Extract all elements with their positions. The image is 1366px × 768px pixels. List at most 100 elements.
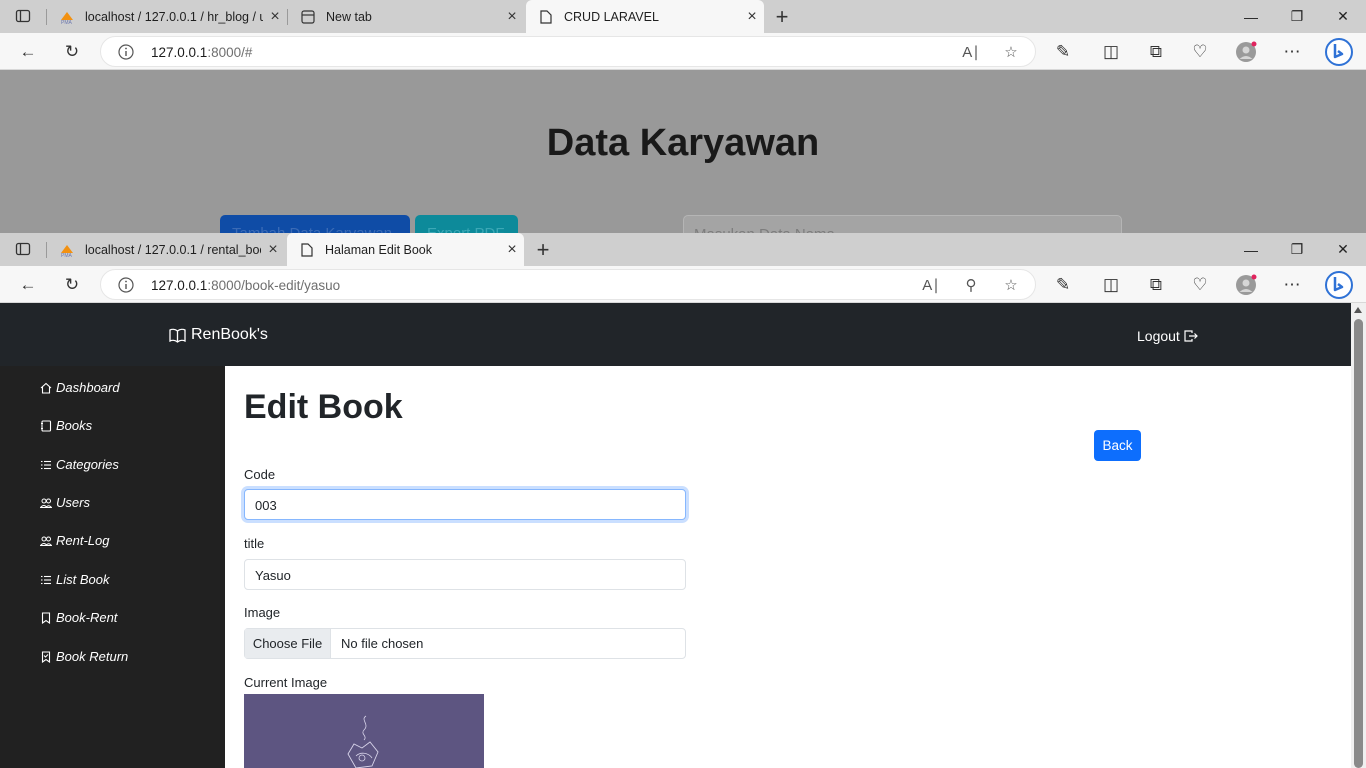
add-employee-button[interactable]: Tambah Data Karyawan [220, 215, 410, 233]
new-tab-button[interactable]: + [529, 236, 557, 264]
read-aloud-icon[interactable]: A∣ [921, 275, 941, 295]
sidebar-item-rent-log[interactable]: Rent-Log [40, 533, 109, 548]
more-menu-icon[interactable]: ⋯ [1280, 40, 1304, 64]
choose-file-button[interactable]: Choose File [245, 629, 331, 658]
search-input[interactable]: Masukan Data Nama [683, 215, 1122, 233]
window-controls: — ❐ ✕ [1228, 233, 1366, 266]
tab-new-tab[interactable]: New tab × [288, 0, 524, 33]
browser-window-foreground: PMA localhost / 127.0.0.1 / rental_boo ×… [0, 233, 1366, 768]
browser-essentials-icon[interactable]: ♡ [1188, 40, 1212, 64]
title-label: title [244, 536, 265, 551]
browser-essentials-icon[interactable]: ♡ [1188, 273, 1212, 297]
sidebar-item-label: Categories [56, 457, 119, 472]
tab-phpmyadmin-hr-blog[interactable]: PMA localhost / 127.0.0.1 / hr_blog / u … [47, 0, 287, 33]
extensions-icon[interactable]: ✎ [1051, 40, 1075, 64]
zoom-out-icon[interactable]: ⚲ [961, 275, 981, 295]
tab-actions-icon[interactable] [14, 240, 32, 258]
newtab-page-icon [300, 9, 316, 25]
new-tab-button[interactable]: + [768, 3, 796, 31]
list-icon [41, 575, 51, 584]
bing-copilot-icon[interactable] [1324, 37, 1354, 67]
split-screen-icon[interactable]: ◫ [1099, 40, 1123, 64]
refresh-icon[interactable]: ↻ [60, 273, 84, 297]
tab-edit-book[interactable]: Halaman Edit Book × [287, 233, 524, 266]
scroll-up-icon[interactable] [1354, 307, 1362, 313]
image-file-input[interactable]: Choose File No file chosen [244, 628, 686, 659]
people-icon [40, 498, 52, 508]
main-content: Edit Book Back Code 003 title Yasuo Imag… [225, 366, 1351, 768]
house-icon [40, 382, 52, 394]
tab-crud-laravel[interactable]: CRUD LARAVEL × [526, 0, 764, 33]
back-button[interactable]: Back [1094, 430, 1141, 461]
sidebar-item-dashboard[interactable]: Dashboard [40, 380, 120, 395]
scrollbar-thumb[interactable] [1354, 319, 1363, 768]
restore-icon[interactable]: ❐ [1274, 233, 1320, 266]
browser-window-background: PMA localhost / 127.0.0.1 / hr_blog / u … [0, 0, 1366, 233]
back-arrow-icon[interactable]: ← [16, 273, 40, 297]
tab-actions-icon[interactable] [14, 7, 32, 25]
collections-icon[interactable]: ⧉ [1144, 40, 1168, 64]
close-window-icon[interactable]: ✕ [1320, 233, 1366, 266]
minimize-icon[interactable]: — [1228, 233, 1274, 266]
close-tab-icon[interactable]: × [500, 8, 524, 26]
profile-avatar-icon[interactable] [1234, 273, 1258, 297]
sidebar-item-label: Books [56, 418, 93, 433]
page-title: Data Karyawan [546, 122, 820, 164]
tab-title: localhost / 127.0.0.1 / rental_boo [85, 242, 261, 257]
read-aloud-icon[interactable]: A∣ [961, 42, 981, 62]
extensions-icon[interactable]: ✎ [1051, 273, 1075, 297]
code-input[interactable]: 003 [244, 489, 686, 520]
sidebar-item-list-book[interactable]: List Book [40, 572, 109, 587]
refresh-icon[interactable]: ↻ [60, 40, 84, 64]
close-tab-icon[interactable]: × [261, 241, 285, 259]
renbook-app: RenBook's Logout Dashboard Books Categor… [0, 303, 1351, 768]
brand-link[interactable]: RenBook's [169, 326, 268, 344]
minimize-icon[interactable]: — [1228, 0, 1274, 33]
logout-icon [1184, 330, 1198, 342]
tab-strip: PMA localhost / 127.0.0.1 / hr_blog / u … [0, 0, 1366, 33]
title-input[interactable]: Yasuo [244, 559, 686, 590]
book-cover-illustration [347, 715, 379, 768]
favorite-star-icon[interactable]: ☆ [1001, 42, 1021, 62]
tab-phpmyadmin-rental-book[interactable]: PMA localhost / 127.0.0.1 / rental_boo × [47, 233, 285, 266]
document-icon [299, 242, 315, 258]
list-icon [41, 460, 51, 469]
sidebar-item-categories[interactable]: Categories [40, 457, 119, 472]
sidebar-item-label: Book Return [56, 649, 129, 664]
restore-icon[interactable]: ❐ [1274, 0, 1320, 33]
more-menu-icon[interactable]: ⋯ [1280, 273, 1304, 297]
people-icon [40, 536, 52, 546]
info-icon[interactable] [117, 276, 135, 294]
close-tab-icon[interactable]: × [500, 241, 524, 259]
sidebar-item-label: Book-Rent [56, 610, 118, 625]
close-window-icon[interactable]: ✕ [1320, 0, 1366, 33]
split-screen-icon[interactable]: ◫ [1099, 273, 1123, 297]
logout-label: Logout [1137, 328, 1180, 344]
logout-link[interactable]: Logout [1137, 328, 1198, 344]
phpmyadmin-icon: PMA [59, 9, 75, 25]
back-arrow-icon[interactable]: ← [16, 40, 40, 64]
sidebar-item-book-return[interactable]: Book Return [40, 649, 128, 664]
sidebar-item-label: Users [56, 495, 90, 510]
export-pdf-button[interactable]: Export PDF [415, 215, 518, 233]
svg-text:PMA: PMA [61, 20, 73, 24]
document-icon [538, 9, 554, 25]
svg-text:PMA: PMA [61, 253, 73, 257]
sidebar-item-books[interactable]: Books [40, 418, 92, 433]
profile-avatar-icon[interactable] [1234, 40, 1258, 64]
browser-toolbar: ← ↻ 127.0.0.1:8000/book-edit/yasuo A∣ ⚲ … [0, 266, 1366, 303]
collections-icon[interactable]: ⧉ [1144, 273, 1168, 297]
address-bar[interactable]: 127.0.0.1:8000/book-edit/yasuo A∣ ⚲ ☆ [100, 269, 1036, 300]
sidebar-item-users[interactable]: Users [40, 495, 90, 510]
info-icon[interactable] [117, 43, 135, 61]
address-bar[interactable]: 127.0.0.1:8000/# A∣ ☆ [100, 36, 1036, 67]
favorite-star-icon[interactable]: ☆ [1001, 275, 1021, 295]
sidebar-item-book-rent[interactable]: Book-Rent [40, 610, 117, 625]
bing-copilot-icon[interactable] [1324, 270, 1354, 300]
close-tab-icon[interactable]: × [263, 8, 287, 26]
tab-strip: PMA localhost / 127.0.0.1 / rental_boo ×… [0, 233, 1366, 266]
close-tab-icon[interactable]: × [740, 8, 764, 26]
code-label: Code [244, 467, 276, 482]
current-image-label: Current Image [244, 675, 328, 690]
page-scrollbar[interactable] [1351, 303, 1366, 768]
